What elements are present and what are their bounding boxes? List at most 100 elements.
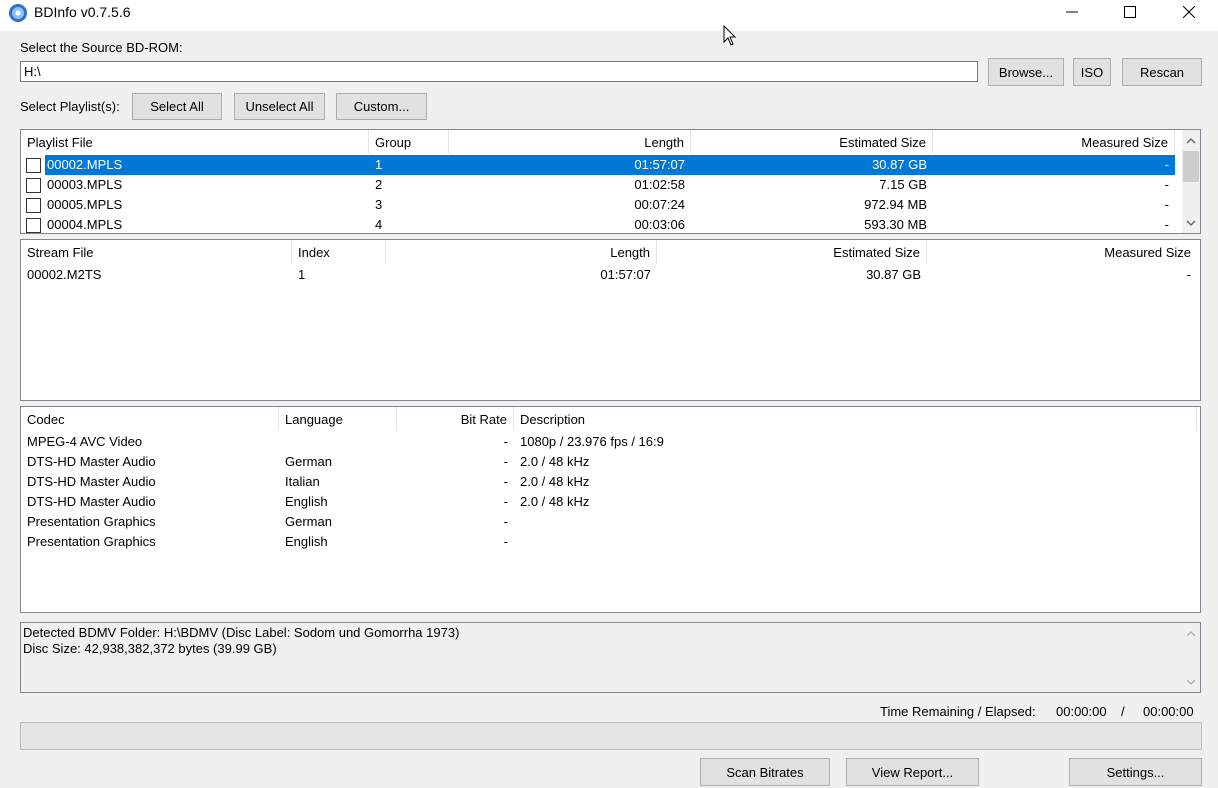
source-label: Select the Source BD-ROM: — [20, 40, 183, 55]
codec-name: DTS-HD Master Audio — [27, 474, 156, 489]
window-title: BDInfo v0.7.5.6 — [34, 4, 131, 20]
cursor-icon — [723, 25, 737, 46]
codec-row[interactable]: MPEG-4 AVC Video - 1080p / 23.976 fps / … — [21, 432, 1197, 452]
col-length[interactable]: Length — [449, 130, 691, 154]
playlist-header: Playlist File Group Length Estimated Siz… — [21, 130, 1183, 154]
playlist-checkbox[interactable] — [26, 158, 41, 173]
stream-row[interactable]: 00002.M2TS 1 01:57:07 30.87 GB - — [21, 265, 1200, 285]
time-elapsed: 00:00:00 — [1143, 704, 1194, 719]
playlist-checkbox[interactable] — [26, 178, 41, 193]
minimize-button[interactable] — [1043, 0, 1101, 24]
maximize-icon — [1124, 6, 1136, 18]
disc-info-textarea[interactable]: Detected BDMV Folder: H:\BDMV (Disc Labe… — [20, 622, 1201, 693]
codec-row[interactable]: DTS-HD Master Audio English - 2.0 / 48 k… — [21, 492, 1197, 512]
iso-button[interactable]: ISO — [1073, 58, 1111, 86]
codec-bit-rate: - — [503, 454, 508, 469]
info-scroll-down-button[interactable] — [1182, 673, 1200, 690]
codec-name: DTS-HD Master Audio — [27, 454, 156, 469]
playlist-estimated-size: 972.94 MB — [864, 197, 927, 212]
col-bit-rate[interactable]: Bit Rate — [397, 407, 514, 431]
info-scroll-up-button[interactable] — [1182, 625, 1200, 642]
unselect-all-button[interactable]: Unselect All — [234, 93, 325, 120]
scroll-up-icon — [1186, 630, 1196, 636]
close-button[interactable] — [1160, 0, 1218, 24]
playlist-scrollbar[interactable] — [1182, 130, 1200, 233]
disc-info-size: Disc Size: 42,938,382,372 bytes (39.99 G… — [23, 641, 277, 656]
col-codec[interactable]: Codec — [21, 407, 279, 431]
col-index[interactable]: Index — [292, 240, 386, 264]
col-group[interactable]: Group — [369, 130, 449, 154]
scan-progress-bar — [20, 722, 1202, 750]
codec-row[interactable]: Presentation Graphics German - — [21, 512, 1197, 532]
minimize-icon — [1066, 11, 1078, 13]
codec-bit-rate: - — [503, 514, 508, 529]
col-estimated-size[interactable]: Estimated Size — [691, 130, 933, 154]
view-report-button[interactable]: View Report... — [846, 758, 979, 786]
codec-language: English — [285, 494, 328, 509]
playlist-row[interactable]: 00003.MPLS 2 01:02:58 7.15 GB - — [21, 175, 1183, 195]
select-all-button[interactable]: Select All — [132, 93, 222, 120]
playlist-file: 00003.MPLS — [47, 177, 123, 192]
codec-header: Codec Language Bit Rate Description — [21, 407, 1197, 431]
codec-language: Italian — [285, 474, 320, 489]
playlist-length: 01:02:58 — [634, 177, 685, 192]
codec-description — [514, 532, 1197, 552]
scroll-down-icon — [1186, 679, 1196, 685]
codec-language: German — [285, 454, 332, 469]
playlist-file: 00002.MPLS — [47, 157, 123, 172]
playlist-checkbox[interactable] — [26, 218, 41, 233]
playlist-file: 00004.MPLS — [47, 217, 123, 232]
scroll-thumb[interactable] — [1183, 151, 1199, 182]
playlist-group: 3 — [375, 197, 383, 212]
custom-button[interactable]: Custom... — [336, 93, 427, 120]
codec-description: 2.0 / 48 kHz — [520, 474, 590, 489]
time-remaining: 00:00:00 — [1056, 704, 1107, 719]
source-path-input[interactable]: H:\ — [20, 61, 978, 82]
playlist-length: 01:57:07 — [634, 157, 685, 172]
codec-language — [279, 432, 397, 452]
col-measured-size[interactable]: Measured Size — [933, 130, 1175, 154]
codec-description: 2.0 / 48 kHz — [520, 494, 590, 509]
playlist-measured-size: - — [1164, 157, 1169, 172]
codec-name: MPEG-4 AVC Video — [27, 434, 143, 449]
playlist-row[interactable]: 00004.MPLS 4 00:03:06 593.30 MB - — [21, 215, 1183, 233]
codec-bit-rate: - — [503, 494, 508, 509]
info-scrollbar[interactable] — [1182, 623, 1200, 692]
codec-bit-rate: - — [503, 474, 508, 489]
codec-description — [514, 512, 1197, 532]
scan-bitrates-button[interactable]: Scan Bitrates — [700, 758, 830, 786]
col-stream-file[interactable]: Stream File — [21, 240, 292, 264]
stream-grid[interactable]: Stream File Index Length Estimated Size … — [20, 239, 1201, 401]
codec-name: DTS-HD Master Audio — [27, 494, 156, 509]
playlist-grid[interactable]: Playlist File Group Length Estimated Siz… — [20, 129, 1201, 234]
col-stream-length[interactable]: Length — [386, 240, 657, 264]
playlist-file: 00005.MPLS — [47, 197, 123, 212]
col-description[interactable]: Description — [514, 407, 1197, 431]
col-stream-measured-size[interactable]: Measured Size — [927, 240, 1197, 264]
title-bar — [0, 0, 1218, 31]
playlist-row[interactable]: 00002.MPLS 1 01:57:07 30.87 GB - — [21, 155, 1183, 175]
playlist-row[interactable]: 00005.MPLS 3 00:07:24 972.94 MB - — [21, 195, 1183, 215]
playlist-group: 2 — [375, 177, 383, 192]
browse-button[interactable]: Browse... — [988, 58, 1064, 86]
col-language[interactable]: Language — [279, 407, 397, 431]
scroll-down-icon — [1186, 220, 1196, 226]
playlist-group: 4 — [375, 217, 383, 232]
col-playlist-file[interactable]: Playlist File — [21, 130, 369, 154]
playlist-checkbox[interactable] — [26, 198, 41, 213]
rescan-button[interactable]: Rescan — [1122, 58, 1202, 86]
stream-index: 1 — [298, 267, 306, 282]
scroll-down-button[interactable] — [1182, 214, 1200, 231]
stream-file: 00002.M2TS — [27, 267, 102, 282]
codec-row[interactable]: DTS-HD Master Audio German - 2.0 / 48 kH… — [21, 452, 1197, 472]
codec-grid[interactable]: Codec Language Bit Rate Description MPEG… — [20, 406, 1201, 613]
settings-button[interactable]: Settings... — [1069, 758, 1202, 786]
codec-row[interactable]: DTS-HD Master Audio Italian - 2.0 / 48 k… — [21, 472, 1197, 492]
maximize-button[interactable] — [1101, 0, 1159, 24]
scroll-up-button[interactable] — [1182, 132, 1200, 149]
col-stream-estimated-size[interactable]: Estimated Size — [657, 240, 927, 264]
disc-info-folder: Detected BDMV Folder: H:\BDMV (Disc Labe… — [23, 625, 460, 640]
playlist-measured-size: - — [1164, 197, 1169, 212]
playlist-estimated-size: 30.87 GB — [872, 157, 927, 172]
codec-row[interactable]: Presentation Graphics English - — [21, 532, 1197, 552]
